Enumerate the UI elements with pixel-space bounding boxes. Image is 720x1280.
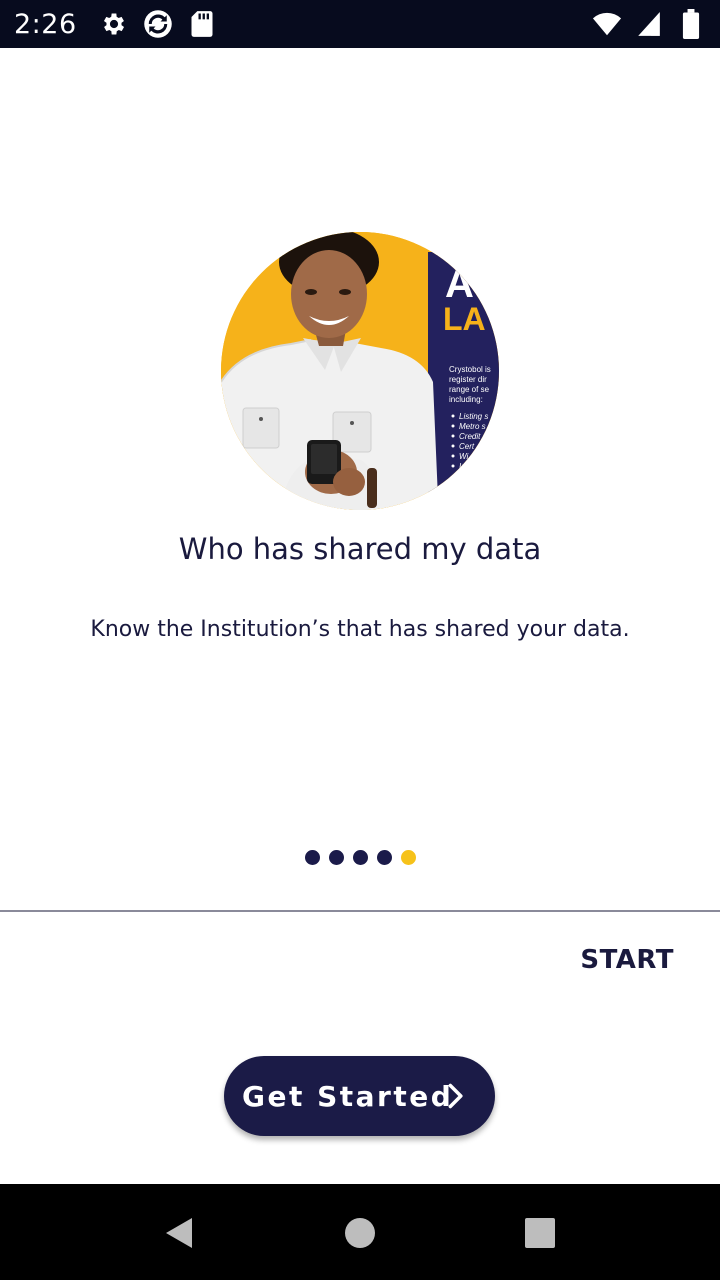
wifi-icon xyxy=(592,9,622,39)
page-dot xyxy=(304,850,320,865)
status-system-icons xyxy=(592,9,706,39)
get-started-button[interactable]: Get Started xyxy=(224,1056,495,1136)
recents-icon[interactable] xyxy=(523,1216,557,1250)
get-started-label: Get Started xyxy=(242,1079,454,1113)
divider xyxy=(0,910,720,912)
poster-line: range of se xyxy=(449,385,490,394)
poster-line: Metro s xyxy=(459,422,486,431)
sd-card-icon xyxy=(187,9,217,39)
person-with-phone-photo: A LA Crystobol is register dir range of … xyxy=(221,232,499,510)
status-notification-icons xyxy=(99,9,217,39)
hero-illustration: A LA Crystobol is register dir range of … xyxy=(221,232,499,510)
onboarding-title: Who has shared my data xyxy=(178,532,542,566)
onboarding-screen: 2:26 A LA Crystobol is register dir rang… xyxy=(0,0,720,1280)
status-bar: 2:26 xyxy=(0,0,720,48)
home-icon[interactable] xyxy=(343,1216,377,1250)
navigation-bar xyxy=(0,1184,720,1280)
page-indicator xyxy=(0,850,720,865)
poster-line: Listing s xyxy=(459,412,488,421)
poster-line: Credit xyxy=(459,432,481,441)
poster-line: register dir xyxy=(449,375,487,384)
page-dot xyxy=(376,850,392,865)
sync-icon xyxy=(143,9,173,39)
back-icon[interactable] xyxy=(162,1216,196,1250)
start-button[interactable]: START xyxy=(580,945,674,975)
battery-icon xyxy=(676,9,706,39)
poster-line: including: xyxy=(449,395,483,404)
poster-line: In xyxy=(459,462,466,471)
signal-icon xyxy=(634,9,664,39)
status-time: 2:26 xyxy=(14,8,77,40)
poster-line: Crystobol is xyxy=(449,365,491,374)
poster-heading: LA xyxy=(443,301,486,337)
page-dot xyxy=(352,850,368,865)
poster-line: Cert xyxy=(459,442,475,451)
page-dot xyxy=(328,850,344,865)
poster-line: Wi xyxy=(459,452,468,461)
settings-icon xyxy=(99,9,129,39)
poster-letter: A xyxy=(445,262,474,306)
onboarding-subtitle: Know the Institution’s that has shared y… xyxy=(90,617,630,642)
chevron-right-icon xyxy=(448,1083,463,1109)
page-dot-active xyxy=(400,850,416,865)
